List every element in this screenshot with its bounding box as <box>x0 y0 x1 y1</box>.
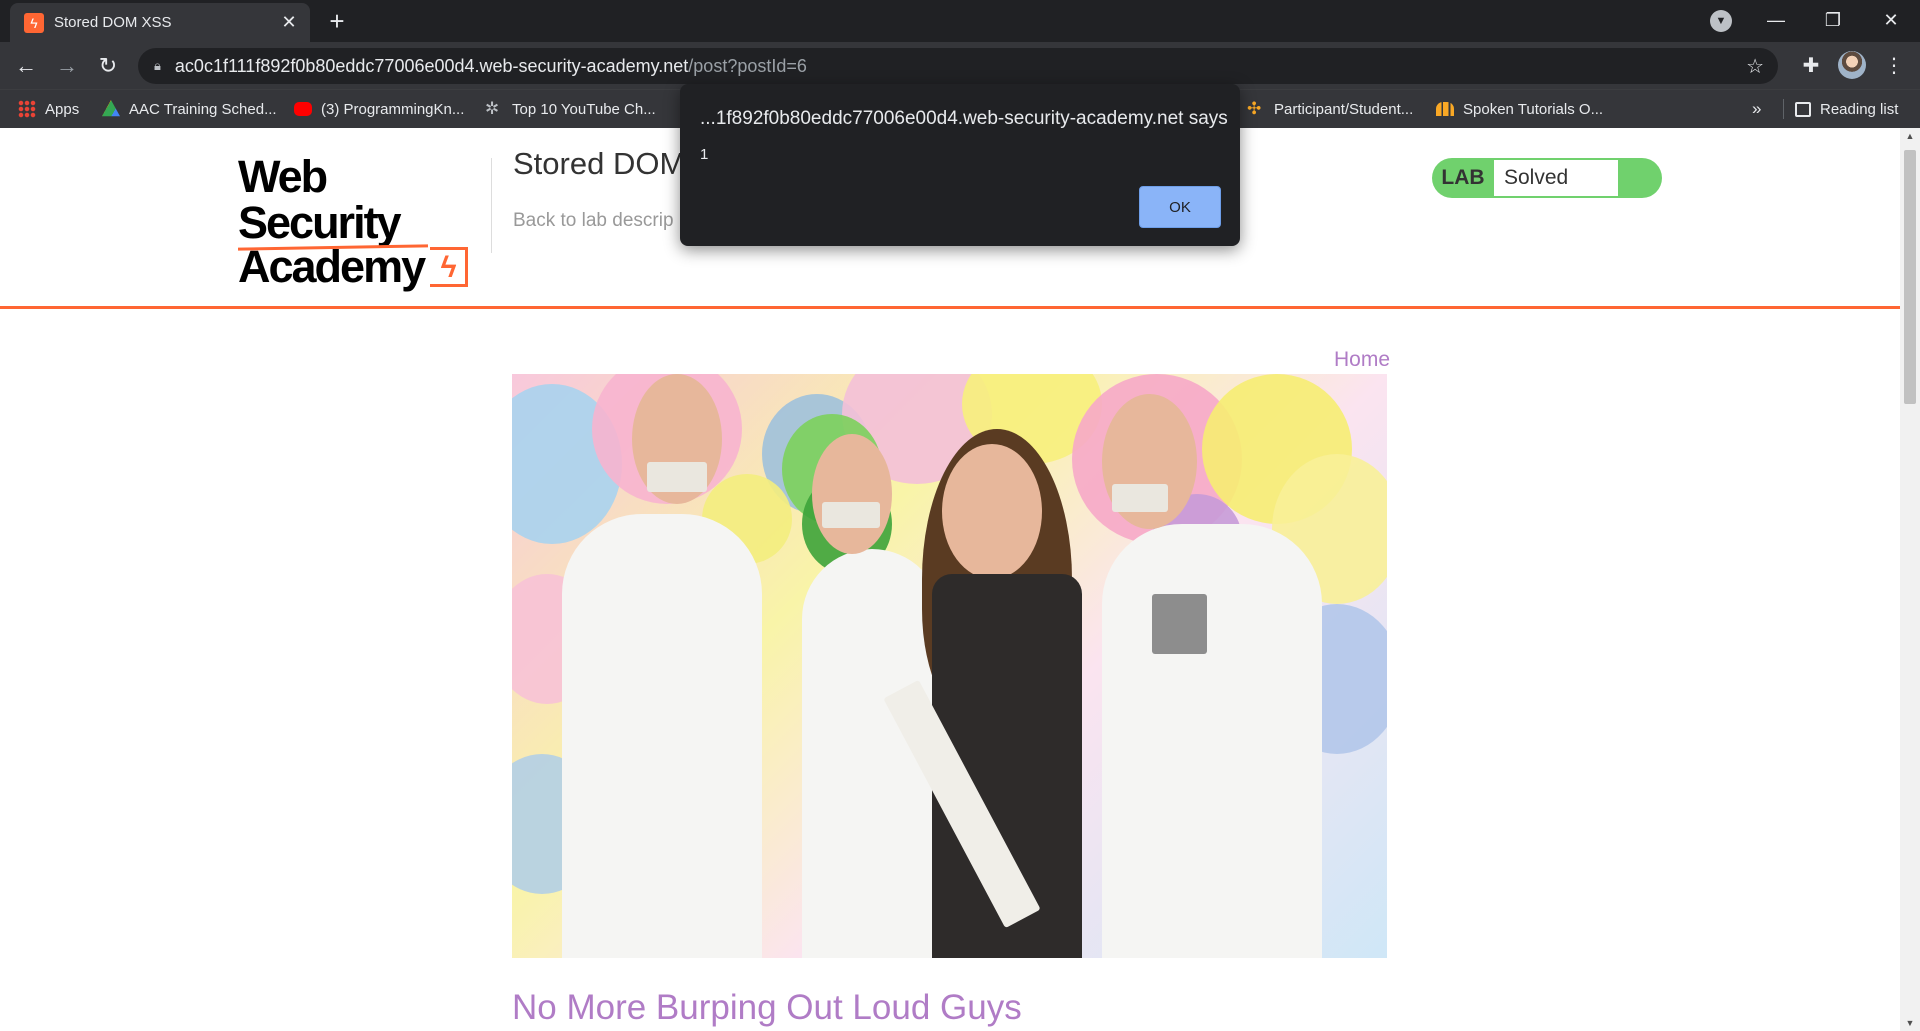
lab-status-label: LAB <box>1441 166 1485 189</box>
alert-message: 1 <box>700 146 709 163</box>
close-window-button[interactable]: ✕ <box>1868 4 1914 36</box>
page-viewport: Web Security Academy ϟ Stored DOM Back to… <box>0 128 1920 1031</box>
bookmark-label: Participant/Student... <box>1274 100 1414 118</box>
bookmark-participant[interactable]: ✣ Participant/Student... <box>1247 90 1413 128</box>
page-scrollbar[interactable]: ▲ ▼ <box>1900 128 1920 1031</box>
url-path: /post?postId=6 <box>688 55 807 76</box>
back-to-lab-description-link[interactable]: Back to lab descrip <box>513 210 674 232</box>
alert-title: ...1f892f0b80eddc77006e00d4.web-security… <box>700 108 1228 129</box>
minimize-button[interactable]: — <box>1753 4 1799 36</box>
tab-active[interactable]: ϟ Stored DOM XSS ✕ <box>10 3 310 42</box>
spoken-tutorial-icon <box>1436 102 1454 116</box>
mouth-tape <box>647 462 707 492</box>
tab-close-icon[interactable]: ✕ <box>278 12 300 33</box>
apps-grid-icon <box>18 100 36 118</box>
person-left <box>562 514 762 958</box>
alert-ok-button[interactable]: OK <box>1139 186 1221 228</box>
header-rule <box>0 306 1900 309</box>
toolbar: ← → ↻ 🔒︎ ac0c1f111f892f0b80eddc77006e00d… <box>0 42 1920 89</box>
web-security-academy-logo[interactable]: Web Security Academy ϟ <box>237 151 488 289</box>
bookmark-star-icon[interactable]: ☆ <box>1746 54 1764 79</box>
mouth-tape <box>822 502 880 528</box>
bookmark-programmingkn[interactable]: (3) ProgrammingKn... <box>294 90 464 128</box>
bookmark-apps[interactable]: Apps <box>18 90 79 128</box>
profile-avatar[interactable] <box>1838 51 1866 79</box>
gear-icon: ✲ <box>485 99 500 118</box>
logo-line1: Web Security <box>238 151 402 248</box>
tab-strip: ϟ Stored DOM XSS ✕ + ▼ — ❐ ✕ <box>0 0 1920 42</box>
pinwheel-icon: ✣ <box>1247 99 1262 118</box>
shirt-pocket <box>1152 594 1207 654</box>
scrollbar-thumb[interactable] <box>1904 150 1916 404</box>
bookmark-label: (3) ProgrammingKn... <box>321 100 465 118</box>
forward-icon[interactable]: → <box>51 50 83 82</box>
restore-button[interactable]: ❐ <box>1810 4 1856 36</box>
bookmarks-overflow-button[interactable]: » <box>1752 90 1761 128</box>
post-title: No More Burping Out Loud Guys <box>512 988 1022 1027</box>
person-right <box>1102 524 1322 958</box>
bookmark-spoken[interactable]: Spoken Tutorials O... <box>1436 90 1603 128</box>
lab-title: Stored DOM <box>513 146 686 181</box>
bookmark-label: Apps <box>45 100 80 118</box>
scroll-up-icon[interactable]: ▲ <box>1900 128 1920 144</box>
home-link[interactable]: Home <box>1334 348 1390 372</box>
url-host: ac0c1f111f892f0b80eddc77006e00d4.web-sec… <box>174 55 689 76</box>
google-drive-icon <box>102 100 120 117</box>
reload-icon[interactable]: ↻ <box>92 50 124 82</box>
lock-icon[interactable]: 🔒︎ <box>154 58 161 74</box>
alert-dialog: ...1f892f0b80eddc77006e00d4.web-security… <box>680 84 1240 246</box>
bookmark-label: Top 10 YouTube Ch... <box>512 100 656 118</box>
menu-icon[interactable]: ⋮ <box>1878 50 1910 82</box>
bookmark-label: Spoken Tutorials O... <box>1463 100 1604 118</box>
bookmark-top10[interactable]: ✲ Top 10 YouTube Ch... <box>485 90 656 128</box>
bookmark-label: AAC Training Sched... <box>129 100 277 118</box>
lab-status-badge: LAB Solved <box>1432 158 1662 198</box>
reading-list-icon <box>1795 101 1811 117</box>
new-tab-button[interactable]: + <box>322 6 352 36</box>
lab-status-value: Solved <box>1494 160 1618 196</box>
person-head <box>942 444 1042 579</box>
tab-title: Stored DOM XSS <box>54 14 172 31</box>
youtube-icon <box>294 102 312 116</box>
bookmark-aac[interactable]: AAC Training Sched... <box>102 90 277 128</box>
lightning-icon: ϟ <box>430 247 469 287</box>
address-bar[interactable]: 🔒︎ ac0c1f111f892f0b80eddc77006e00d4.web-… <box>138 48 1778 84</box>
bookmarks-divider <box>1783 99 1784 119</box>
reading-list-label: Reading list <box>1820 100 1899 118</box>
person-head <box>812 434 892 554</box>
extensions-icon[interactable]: ✚ <box>1795 50 1827 82</box>
scroll-down-icon[interactable]: ▼ <box>1900 1015 1920 1031</box>
lightning-icon: ϟ <box>24 12 44 33</box>
tab-search-icon[interactable]: ▼ <box>1710 10 1732 32</box>
back-icon[interactable]: ← <box>10 50 42 82</box>
header-divider <box>491 158 492 253</box>
blog-post-image <box>512 374 1387 958</box>
reading-list-button[interactable]: Reading list <box>1795 90 1898 128</box>
logo-line2: Academy <box>238 241 426 292</box>
mouth-tape <box>1112 484 1168 512</box>
